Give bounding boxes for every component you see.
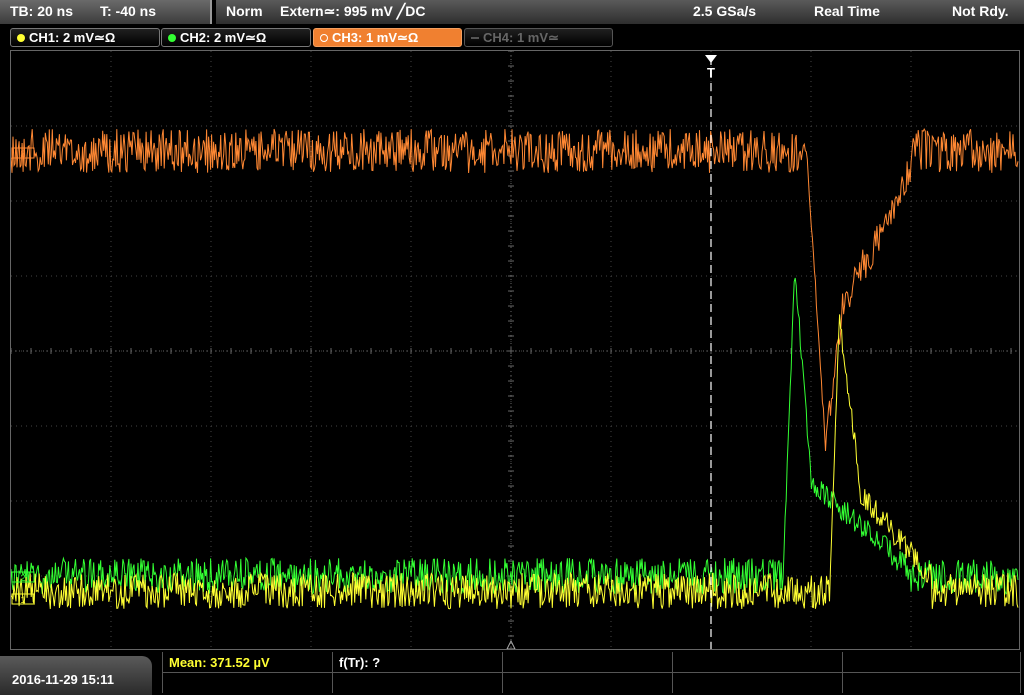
- channel-1-dot-icon: [17, 34, 25, 42]
- measurement-cell-8: [502, 673, 673, 693]
- trigger-marker-icon[interactable]: T: [705, 55, 717, 80]
- channel-3-label: CH3: 1 mV≃Ω: [332, 30, 419, 45]
- channel-3-trace: [11, 128, 1019, 452]
- measurement-cell-9: [672, 673, 843, 693]
- acquisition-mode: Real Time: [814, 3, 880, 19]
- top-bar: TB: 20 ns T: -40 ns Norm Extern≃: 995 mV…: [0, 0, 1024, 24]
- channel-1-marker-label: 1: [20, 595, 25, 605]
- channel-3-marker-label: 3: [20, 149, 25, 159]
- channel-4-dot-icon: [471, 37, 479, 39]
- channel-2-button[interactable]: CH2: 2 mV≃Ω: [161, 28, 311, 47]
- channel-3-dot-icon: [320, 34, 328, 42]
- timebase-label: TB: 20 ns: [10, 3, 74, 19]
- trigger-marker-label: T: [707, 65, 715, 80]
- status-bar: Norm Extern≃: 995 mV ╱DC 2.5 GSa/s Real …: [216, 0, 1024, 24]
- channel-2-marker-label: 2: [20, 573, 25, 583]
- waveform-canvas: T 3 2 1: [11, 51, 1019, 649]
- channel-3-button[interactable]: CH3: 1 mV≃Ω: [313, 28, 462, 47]
- channel-1-label: CH1: 2 mV≃Ω: [29, 30, 116, 45]
- measurement-cell-3: [502, 652, 673, 673]
- channel-2-label: CH2: 2 mV≃Ω: [180, 30, 267, 45]
- measurement-panel[interactable]: Mean: 371.52 µV f(Tr): ?: [162, 652, 1021, 695]
- mean-measurement: Mean: 371.52 µV: [169, 655, 270, 670]
- datetime-label: 2016-11-29 15:11: [12, 672, 114, 687]
- measurement-cell-5: [842, 652, 1021, 673]
- measurement-cell-6: [162, 673, 333, 693]
- measurement-cell-1: Mean: 371.52 µV: [162, 652, 333, 673]
- channel-1-button[interactable]: CH1: 2 mV≃Ω: [10, 28, 160, 47]
- frequency-measurement: f(Tr): ?: [339, 655, 381, 670]
- channel-row: CH1: 2 mV≃Ω CH2: 2 mV≃Ω CH3: 1 mV≃Ω CH4:…: [0, 24, 1024, 48]
- trigger-source[interactable]: Extern≃: 995 mV ╱DC: [280, 3, 425, 20]
- channel-4-label: CH4: 1 mV≃: [483, 30, 559, 45]
- timebase-box[interactable]: TB: 20 ns T: -40 ns: [0, 0, 212, 24]
- sample-rate: 2.5 GSa/s: [693, 3, 757, 19]
- trigger-mode[interactable]: Norm: [226, 3, 263, 19]
- channel-1-trace: [11, 314, 1019, 610]
- channel-2-trace: [11, 277, 1019, 596]
- measurement-cell-7: [332, 673, 503, 693]
- measurement-cell-4: [672, 652, 843, 673]
- datetime-box: 2016-11-29 15:11: [0, 656, 152, 695]
- time-offset-label: T: -40 ns: [100, 3, 157, 19]
- measurement-cell-2: f(Tr): ?: [332, 652, 503, 673]
- ready-status: Not Rdy.: [952, 3, 1009, 19]
- measurement-cell-10: [842, 673, 1021, 693]
- channel-2-dot-icon: [168, 34, 176, 42]
- waveform-display[interactable]: T 3 2 1: [10, 50, 1020, 650]
- channel-4-button[interactable]: CH4: 1 mV≃: [464, 28, 613, 47]
